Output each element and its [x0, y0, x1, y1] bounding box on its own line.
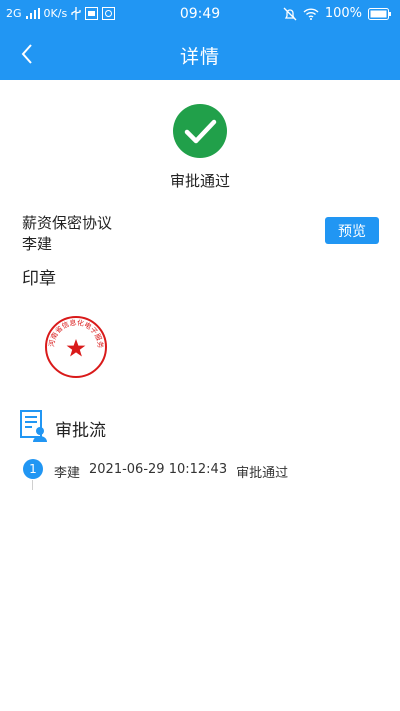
battery-percent: 100%	[324, 6, 362, 21]
company-seal: 河南省信息化电子服务有限公司	[41, 308, 108, 379]
alarm-off-icon	[283, 7, 297, 20]
status-bar-right: 100%	[283, 6, 392, 21]
flow-step-number: 1	[23, 459, 43, 479]
document-title: 薪资保密协议	[22, 214, 113, 232]
page-title: 详情	[179, 46, 220, 68]
preview-button[interactable]: 预览	[325, 217, 379, 244]
approval-flow-icon	[20, 410, 48, 442]
seal-label: 印章	[22, 269, 56, 289]
flow-entry-datetime: 2021-06-29 10:12:43	[89, 462, 228, 477]
status-bar: 2G 0K/s 09:49 100%	[0, 0, 400, 28]
battery-icon	[368, 7, 391, 20]
document-signer: 李建	[22, 235, 53, 253]
nav-bar: 详情	[0, 28, 400, 80]
flow-entry-name: 李建	[54, 466, 81, 481]
wifi-icon	[303, 7, 319, 20]
approval-flow-label: 审批流	[55, 421, 106, 441]
flow-connector	[32, 480, 33, 490]
flow-entry: 李建 2021-06-29 10:12:43 审批通过	[54, 462, 288, 481]
flow-entry-result: 审批通过	[236, 466, 289, 481]
approval-status: 审批通过	[169, 172, 230, 190]
seal-star-icon	[66, 339, 86, 357]
check-circle-icon	[173, 104, 227, 158]
